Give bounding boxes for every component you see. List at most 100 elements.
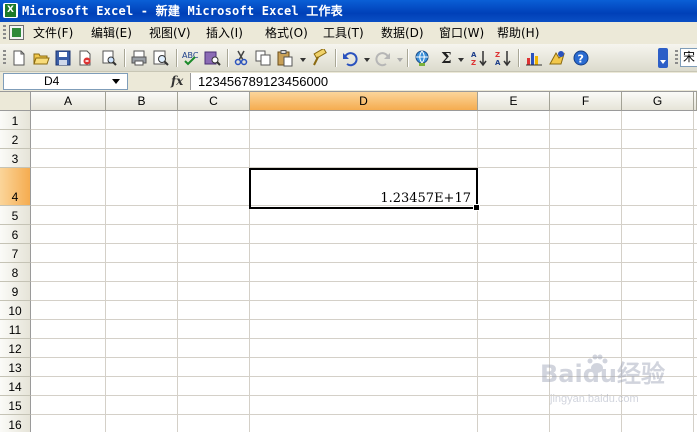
name-box-dropdown-icon[interactable] [112,79,120,84]
new-document-icon[interactable] [10,49,28,67]
select-all-corner[interactable] [0,92,31,111]
column-header-b[interactable]: B [106,92,178,111]
redo-dropdown-icon[interactable] [397,58,403,62]
redo-icon[interactable] [374,49,392,67]
column-gridline [105,111,106,432]
svg-text:Z: Z [495,51,500,59]
column-gridline [177,111,178,432]
row-header-6[interactable]: 6 [0,225,31,244]
row-header-11[interactable]: 11 [0,320,31,339]
zoom-preview-icon[interactable] [152,49,170,67]
row-header-14[interactable]: 14 [0,377,31,396]
baidu-watermark: Baidu经验 jingyan.baidu.com [540,352,697,412]
save-icon[interactable] [54,49,72,67]
menu-tools[interactable]: 工具(T) [323,25,364,41]
paste-dropdown-icon[interactable] [300,58,306,62]
toolbar-options-icon[interactable] [658,48,668,68]
row-header-7[interactable]: 7 [0,244,31,263]
watermark-brand: Baidu经验 [540,360,665,388]
row-header-16[interactable]: 16 [0,415,31,432]
row-header-2[interactable]: 2 [0,130,31,149]
row-gridline [31,262,697,263]
active-cell-d4[interactable]: 1.23457E+17 [249,168,480,211]
formula-content: 123456789123456000 [198,74,329,89]
row-gridline [31,129,697,130]
row-gridline [31,300,697,301]
menu-edit[interactable]: 编辑(E) [91,25,132,41]
permission-icon[interactable] [76,49,94,67]
column-header-a[interactable]: A [31,92,106,111]
svg-text:A: A [495,59,501,67]
sort-descending-icon[interactable]: ZA [494,49,512,67]
open-folder-icon[interactable] [32,49,50,67]
name-box[interactable]: D4 [3,73,128,90]
toolbar-separator [176,49,177,67]
workbook-icon[interactable] [9,25,24,40]
excel-app-icon[interactable]: X [3,3,18,18]
row-header-5[interactable]: 5 [0,206,31,225]
toolbar-separator [124,49,125,67]
print-icon[interactable] [130,49,148,67]
undo-dropdown-icon[interactable] [364,58,370,62]
menu-format[interactable]: 格式(O) [265,25,308,41]
chart-wizard-icon[interactable] [525,49,543,67]
toolbar-separator [518,49,519,67]
undo-icon[interactable] [341,49,359,67]
help-icon[interactable]: ? [572,49,590,67]
row-header-15[interactable]: 15 [0,396,31,415]
row-header-1[interactable]: 1 [0,111,31,130]
svg-text:ABC: ABC [182,51,199,60]
row-header-8[interactable]: 8 [0,263,31,282]
autosum-icon[interactable]: Σ [441,48,452,68]
menu-data[interactable]: 数据(D) [381,25,424,41]
menu-insert[interactable]: 插入(I) [206,25,243,41]
row-header-10[interactable]: 10 [0,301,31,320]
paste-icon[interactable] [276,49,294,67]
svg-text:?: ? [578,53,584,66]
formatting-toolbar-grip[interactable] [675,50,678,66]
row-gridline [31,319,697,320]
column-header-g[interactable]: G [622,92,694,111]
row-header-9[interactable]: 9 [0,282,31,301]
formula-bar: D4 fx 123456789123456000 [0,72,697,92]
toolbar-separator [335,49,336,67]
column-header-d[interactable]: D [250,92,478,111]
toolbar-grip[interactable] [3,50,6,66]
menu-view[interactable]: 视图(V) [149,25,191,41]
font-name-box[interactable]: 宋 [680,48,697,67]
sort-ascending-icon[interactable]: AZ [470,49,488,67]
row-gridline [31,224,697,225]
cut-icon[interactable] [232,49,250,67]
autosum-dropdown-icon[interactable] [458,58,464,62]
hyperlink-icon[interactable] [413,49,431,67]
menu-file[interactable]: 文件(F) [33,25,73,41]
cell-d4-value: 1.23457E+17 [380,191,471,206]
insert-function-icon[interactable]: fx [171,73,183,90]
row-header-13[interactable]: 13 [0,358,31,377]
column-header-c[interactable]: C [178,92,250,111]
column-gridline [249,111,250,432]
copy-icon[interactable] [254,49,272,67]
formula-input[interactable]: 123456789123456000 [190,73,697,90]
row-header-4[interactable]: 4 [0,168,31,206]
column-gridline [477,111,478,432]
format-painter-icon[interactable] [311,49,329,67]
window-title: Microsoft Excel - 新建 Microsoft Excel 工作表 [22,4,343,18]
row-header-3[interactable]: 3 [0,149,31,168]
title-bar: X Microsoft Excel - 新建 Microsoft Excel 工… [0,0,697,22]
menubar-grip[interactable] [3,25,6,41]
research-icon[interactable] [203,49,221,67]
spelling-icon[interactable]: ABC [181,49,199,67]
row-header-12[interactable]: 12 [0,339,31,358]
column-header-f[interactable]: F [550,92,622,111]
drawing-icon[interactable] [548,49,566,67]
toolbar-separator [227,49,228,67]
menu-window[interactable]: 窗口(W) [439,25,484,41]
fill-handle[interactable] [473,204,480,211]
column-header-e[interactable]: E [478,92,550,111]
svg-text:A: A [471,51,477,59]
row-gridline [31,338,697,339]
print-preview-icon[interactable] [100,49,118,67]
menu-help[interactable]: 帮助(H) [497,25,539,41]
row-gridline [31,148,697,149]
